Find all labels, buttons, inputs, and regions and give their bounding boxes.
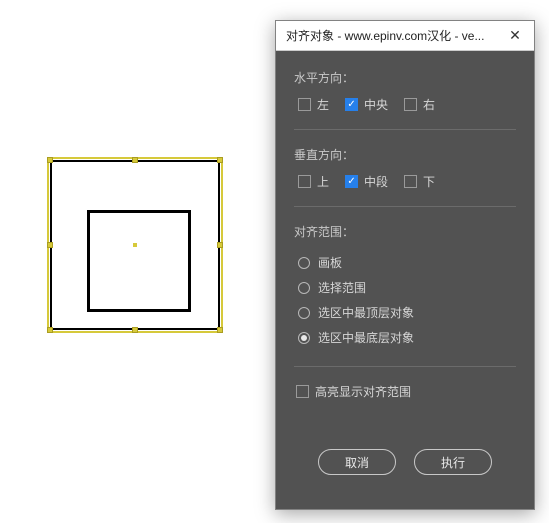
checkbox-icon — [404, 98, 417, 111]
cancel-button[interactable]: 取消 — [318, 449, 396, 475]
titlebar[interactable]: 对齐对象 - www.epinv.com汉化 - ve... ✕ — [276, 21, 534, 51]
divider — [294, 206, 516, 207]
radio-label: 选择范围 — [318, 279, 366, 296]
checkbox-icon: ✓ — [345, 175, 358, 188]
vertical-label: 垂直方向： — [294, 146, 516, 163]
divider — [294, 366, 516, 367]
selection-handle[interactable] — [132, 157, 138, 163]
scope-section: 对齐范围： 画板 选择范围 选区中最顶层对象 选区中最底层对象 — [294, 223, 516, 350]
checkbox-label: 上 — [317, 173, 329, 190]
checkbox-label: 中段 — [364, 173, 388, 190]
close-icon[interactable]: ✕ — [500, 24, 530, 48]
dialog-footer: 取消 执行 — [294, 439, 516, 495]
checkbox-bottom[interactable]: 下 — [404, 173, 435, 190]
selection-handle[interactable] — [217, 157, 223, 163]
checkbox-top[interactable]: 上 — [298, 173, 329, 190]
checkbox-middle[interactable]: ✓ 中段 — [345, 173, 388, 190]
canvas-preview — [20, 130, 250, 370]
align-dialog: 对齐对象 - www.epinv.com汉化 - ve... ✕ 水平方向： 左… — [275, 20, 535, 510]
checkbox-icon: ✓ — [345, 98, 358, 111]
checkbox-right[interactable]: 右 — [404, 96, 435, 113]
selection-handle[interactable] — [47, 157, 53, 163]
checkbox-icon — [404, 175, 417, 188]
execute-button[interactable]: 执行 — [414, 449, 492, 475]
radio-topmost[interactable]: 选区中最顶层对象 — [294, 300, 516, 325]
selection-handle[interactable] — [217, 327, 223, 333]
radio-label: 选区中最底层对象 — [318, 329, 414, 346]
radio-bottommost[interactable]: 选区中最底层对象 — [294, 325, 516, 350]
divider — [294, 129, 516, 130]
checkbox-label: 中央 — [364, 96, 388, 113]
radio-selection[interactable]: 选择范围 — [294, 275, 516, 300]
selection-center — [133, 243, 137, 247]
checkbox-icon — [296, 385, 309, 398]
checkbox-label: 高亮显示对齐范围 — [315, 383, 411, 400]
selection-handle[interactable] — [47, 327, 53, 333]
radio-icon — [298, 257, 310, 269]
checkbox-center[interactable]: ✓ 中央 — [345, 96, 388, 113]
radio-artboard[interactable]: 画板 — [294, 250, 516, 275]
checkbox-icon — [298, 175, 311, 188]
radio-label: 选区中最顶层对象 — [318, 304, 414, 321]
checkbox-left[interactable]: 左 — [298, 96, 329, 113]
inner-rectangle — [87, 210, 191, 312]
radio-icon — [298, 332, 310, 344]
checkbox-highlight[interactable]: 高亮显示对齐范围 — [294, 383, 516, 400]
vertical-section: 垂直方向： 上 ✓ 中段 下 — [294, 146, 516, 190]
dialog-content: 水平方向： 左 ✓ 中央 右 垂直方向： — [276, 51, 534, 509]
checkbox-label: 左 — [317, 96, 329, 113]
dialog-title: 对齐对象 - www.epinv.com汉化 - ve... — [286, 27, 500, 44]
radio-label: 画板 — [318, 254, 342, 271]
selection-handle[interactable] — [217, 242, 223, 248]
horizontal-section: 水平方向： 左 ✓ 中央 右 — [294, 69, 516, 113]
selection-handle[interactable] — [47, 242, 53, 248]
radio-icon — [298, 282, 310, 294]
radio-icon — [298, 307, 310, 319]
selection-handle[interactable] — [132, 327, 138, 333]
checkbox-icon — [298, 98, 311, 111]
scope-label: 对齐范围： — [294, 223, 516, 240]
checkbox-label: 右 — [423, 96, 435, 113]
checkbox-label: 下 — [423, 173, 435, 190]
horizontal-label: 水平方向： — [294, 69, 516, 86]
